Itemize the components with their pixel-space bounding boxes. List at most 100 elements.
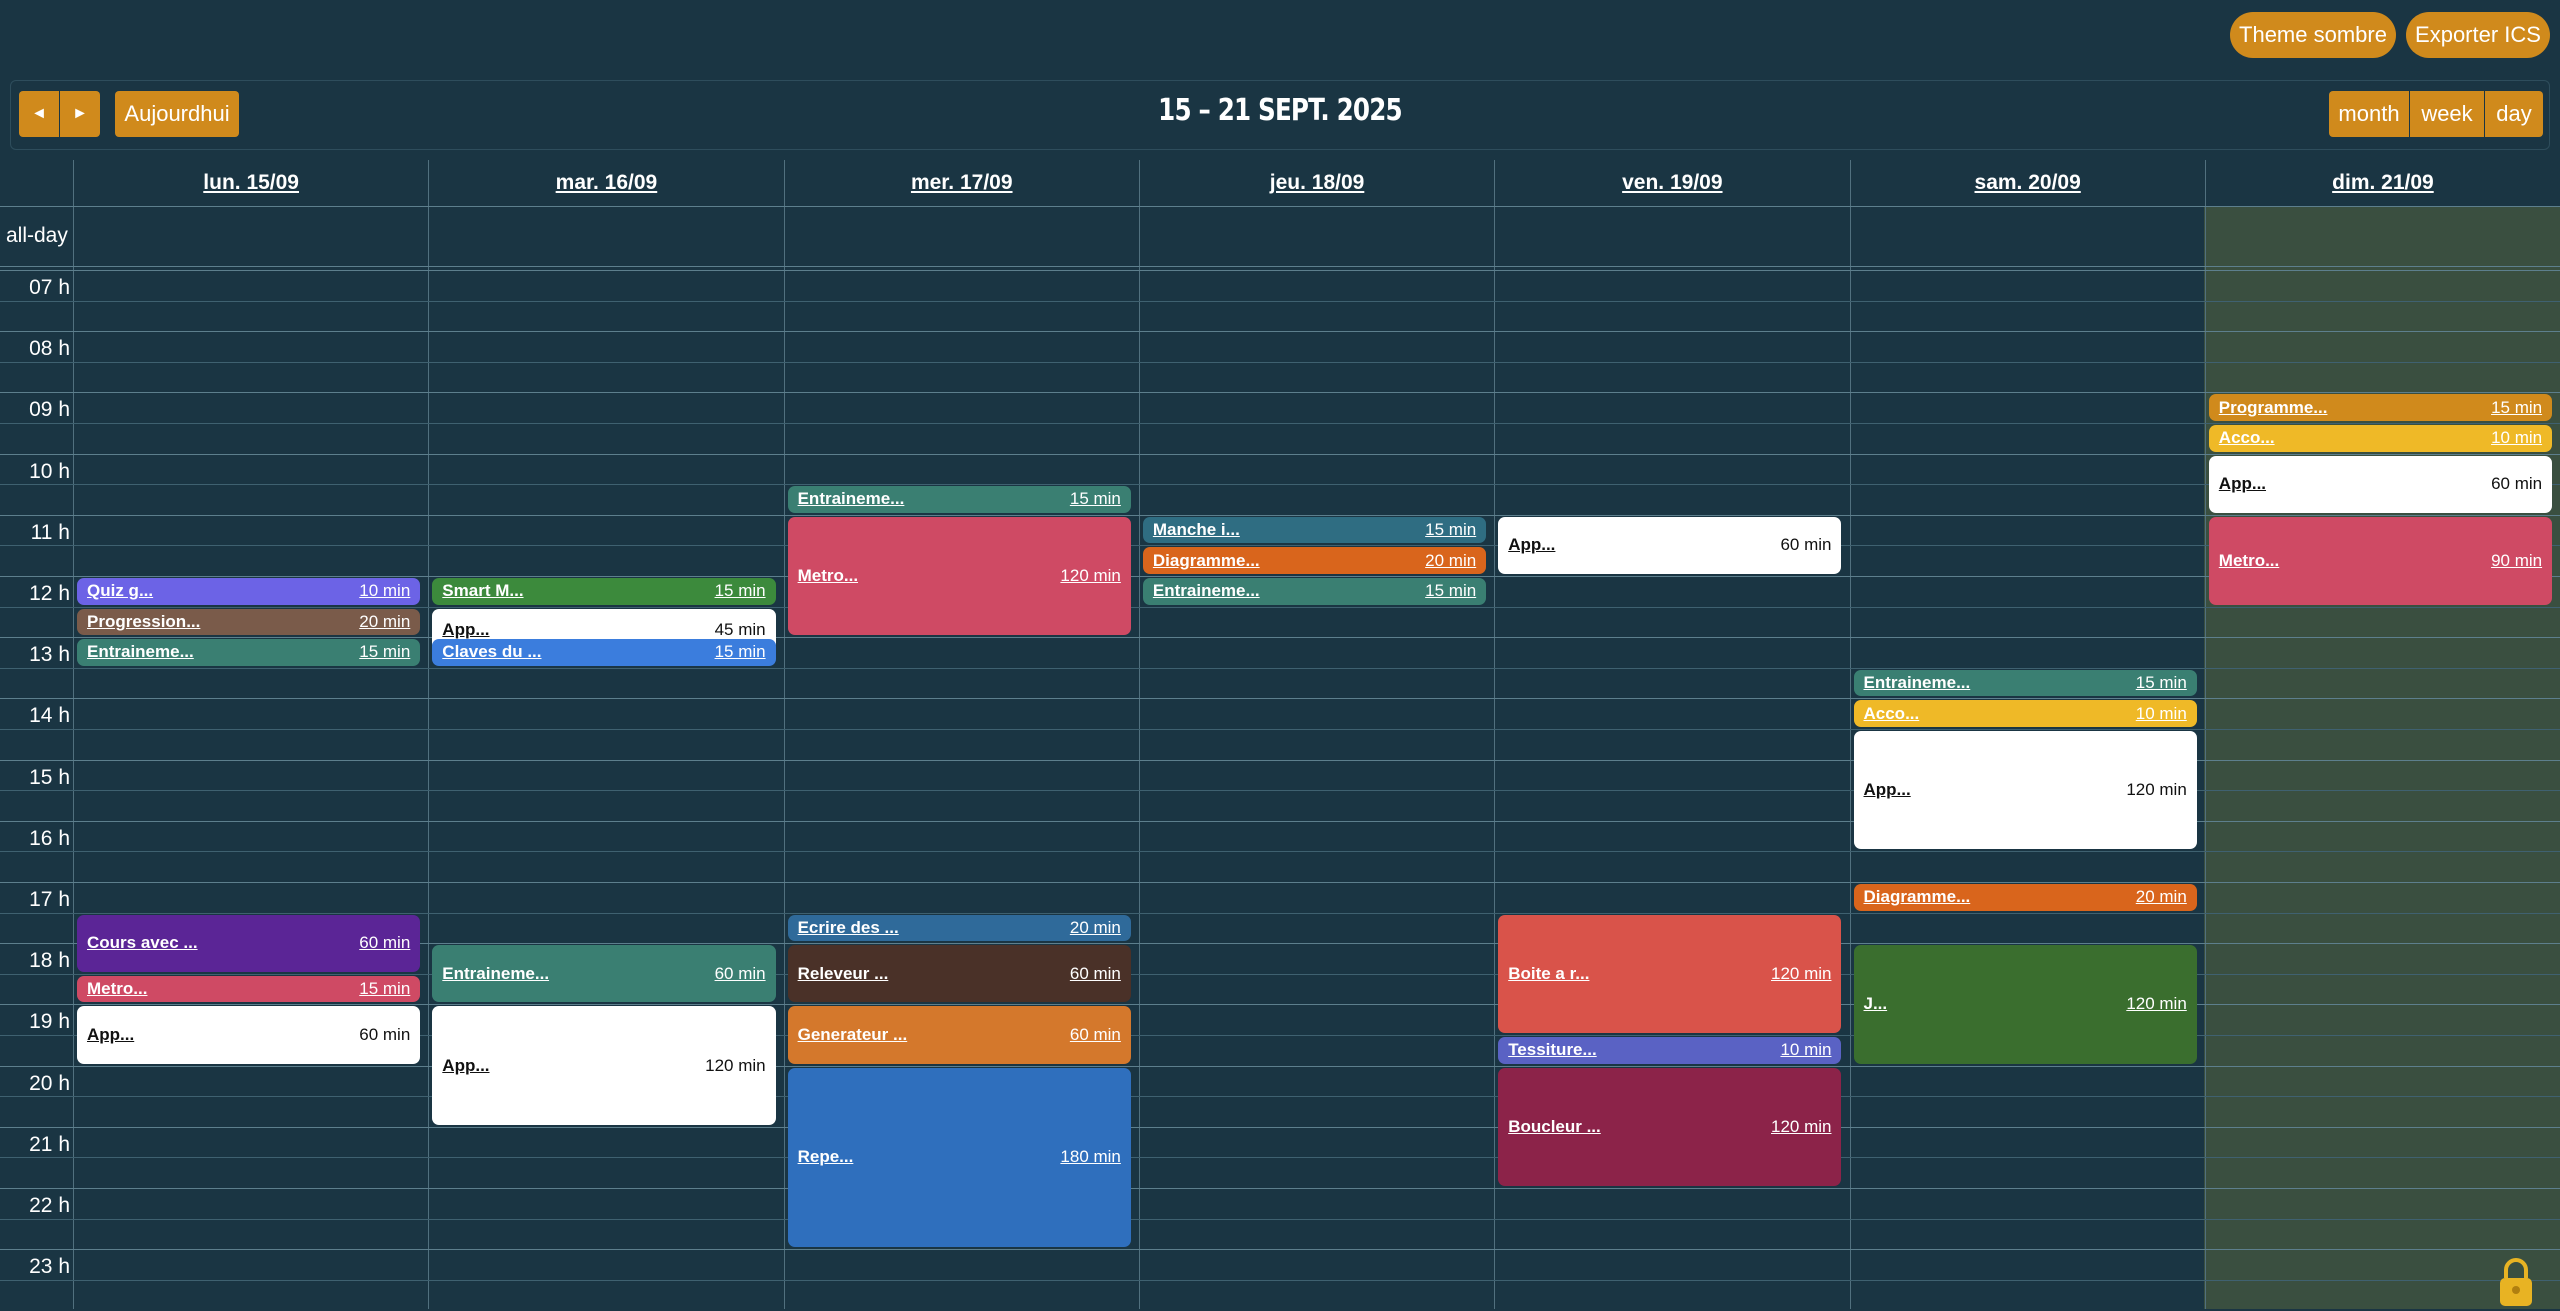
- lock-icon[interactable]: [2496, 1256, 2536, 1306]
- event-duration: 60 min: [1069, 1024, 1121, 1044]
- event-title: Releveur ...: [797, 963, 889, 983]
- calendar-event[interactable]: Metro... 120 min: [787, 516, 1131, 636]
- calendar-event[interactable]: App... 60 min: [2208, 455, 2553, 513]
- today-column-highlight: [2204, 206, 2560, 1309]
- hour-label: 17 h: [29, 888, 70, 911]
- time-slot-line: [0, 882, 2560, 883]
- calendar-event[interactable]: Acco... 10 min: [2208, 425, 2553, 452]
- calendar-event[interactable]: Generateur ... 60 min: [787, 1006, 1131, 1064]
- theme-toggle-button[interactable]: Theme sombre: [2230, 12, 2396, 58]
- event-duration: 20 min: [1425, 550, 1477, 570]
- event-duration: 60 min: [2491, 474, 2543, 494]
- time-slot-line: [0, 729, 2560, 730]
- event-title: App...: [442, 1055, 490, 1075]
- prev-button[interactable]: ◄: [19, 91, 59, 137]
- time-slot-line: [0, 667, 2560, 669]
- event-title: Diagramme...: [1152, 550, 1260, 570]
- event-duration: 15 min: [2491, 397, 2543, 417]
- next-button[interactable]: ►: [60, 91, 100, 137]
- event-duration: 15 min: [359, 642, 411, 662]
- event-duration: 120 min: [1771, 1116, 1832, 1136]
- time-slot-line: [0, 637, 2560, 639]
- event-duration: 60 min: [1069, 963, 1121, 983]
- day-column-divider: [2204, 160, 2206, 1309]
- event-duration: 120 min: [2126, 780, 2187, 800]
- hour-label: 08 h: [29, 337, 70, 361]
- calendar-event[interactable]: Repe... 180 min: [787, 1067, 1131, 1248]
- today-button[interactable]: Aujourdhui: [115, 91, 239, 137]
- view-day-button[interactable]: day: [2485, 91, 2543, 137]
- day-column-divider: [783, 160, 785, 1309]
- time-slot-line: [0, 851, 2560, 853]
- calendar-event[interactable]: Entraineme... 15 min: [1142, 578, 1487, 605]
- event-duration: 15 min: [359, 979, 411, 999]
- day-header[interactable]: lun. 15/09: [74, 160, 429, 206]
- event-title: Acco...: [2218, 428, 2275, 448]
- calendar-event[interactable]: Smart M... 15 min: [432, 578, 776, 605]
- calendar-event[interactable]: Programme... 15 min: [2208, 394, 2553, 421]
- calendar-event[interactable]: Diagramme... 20 min: [1853, 884, 2197, 911]
- hour-label: 23 h: [29, 1255, 70, 1279]
- event-title: Repe...: [797, 1147, 854, 1167]
- calendar-event[interactable]: Acco... 10 min: [1853, 700, 2197, 727]
- time-slot-line: [0, 423, 2560, 424]
- time-slot-line: [0, 912, 2560, 914]
- header-divider: [0, 206, 2560, 207]
- day-header[interactable]: mar. 16/09: [429, 160, 784, 206]
- event-title: J...: [1863, 994, 1888, 1014]
- calendar-event[interactable]: Entraineme... 15 min: [787, 486, 1131, 513]
- day-header[interactable]: jeu. 18/09: [1139, 160, 1495, 206]
- calendar-event[interactable]: J... 120 min: [1853, 945, 2197, 1064]
- calendar-event[interactable]: Releveur ... 60 min: [787, 945, 1131, 1003]
- calendar-event[interactable]: Boite a r... 120 min: [1498, 914, 1842, 1033]
- calendar-event[interactable]: Progression... 20 min: [77, 608, 421, 636]
- calendar-event[interactable]: Metro... 90 min: [2208, 516, 2553, 605]
- day-header[interactable]: ven. 19/09: [1495, 160, 1850, 206]
- calendar-event[interactable]: Diagramme... 20 min: [1142, 547, 1487, 574]
- calendar-event[interactable]: Cours avec ... 60 min: [77, 914, 421, 972]
- time-slot-line: [0, 576, 2560, 577]
- event-duration: 15 min: [714, 581, 766, 601]
- event-duration: 15 min: [1069, 489, 1121, 509]
- hour-label: 22 h: [29, 1194, 70, 1217]
- event-title: Entraineme...: [87, 642, 194, 662]
- hour-label: 11 h: [30, 520, 70, 544]
- time-slot-line: [0, 1096, 2560, 1098]
- calendar-event[interactable]: Entraineme... 60 min: [432, 945, 776, 1003]
- calendar-event[interactable]: App... 120 min: [432, 1006, 776, 1125]
- calendar-event[interactable]: Quiz g... 10 min: [77, 578, 421, 605]
- event-title: Metro...: [797, 565, 859, 585]
- day-header[interactable]: mer. 17/09: [784, 160, 1139, 206]
- day-column-divider: [1138, 160, 1140, 1309]
- calendar-event[interactable]: Tessiture... 10 min: [1498, 1037, 1842, 1064]
- event-title: Entraineme...: [1152, 581, 1260, 601]
- time-slot-line: [0, 698, 2560, 700]
- calendar-event[interactable]: Ecrire des ... 20 min: [787, 914, 1131, 942]
- time-slot-line: [0, 1279, 2560, 1281]
- calendar-event[interactable]: App... 120 min: [1853, 731, 2197, 850]
- event-title: Manche i...: [1152, 520, 1240, 540]
- event-duration: 60 min: [359, 1024, 411, 1044]
- calendar-event[interactable]: Boucleur ... 120 min: [1498, 1067, 1842, 1186]
- hour-label: 20 h: [29, 1071, 70, 1095]
- all-day-label: all-day: [6, 224, 68, 247]
- calendar-event[interactable]: Entraineme... 15 min: [77, 639, 421, 666]
- day-header[interactable]: sam. 20/09: [1850, 160, 2205, 206]
- calendar-event[interactable]: Manche i... 15 min: [1142, 516, 1487, 544]
- day-column-divider: [1849, 160, 1851, 1309]
- event-title: App...: [87, 1024, 135, 1044]
- event-duration: 10 min: [2135, 703, 2187, 723]
- calendar-event[interactable]: App... 60 min: [1498, 516, 1842, 574]
- view-week-button[interactable]: week: [2410, 91, 2484, 137]
- calendar-event[interactable]: Claves du ... 15 min: [432, 639, 776, 666]
- calendar-event[interactable]: Entraineme... 15 min: [1853, 669, 2197, 697]
- calendar-event[interactable]: App... 60 min: [77, 1006, 421, 1064]
- event-duration: 15 min: [1425, 581, 1477, 601]
- calendar-event[interactable]: Metro... 15 min: [77, 975, 421, 1003]
- export-ics-button[interactable]: Exporter ICS: [2406, 12, 2550, 58]
- day-header[interactable]: dim. 21/09: [2205, 160, 2560, 206]
- event-duration: 45 min: [714, 619, 766, 639]
- event-duration: 120 min: [1771, 963, 1832, 983]
- view-month-button[interactable]: month: [2329, 91, 2409, 137]
- hour-label: 12 h: [29, 582, 70, 605]
